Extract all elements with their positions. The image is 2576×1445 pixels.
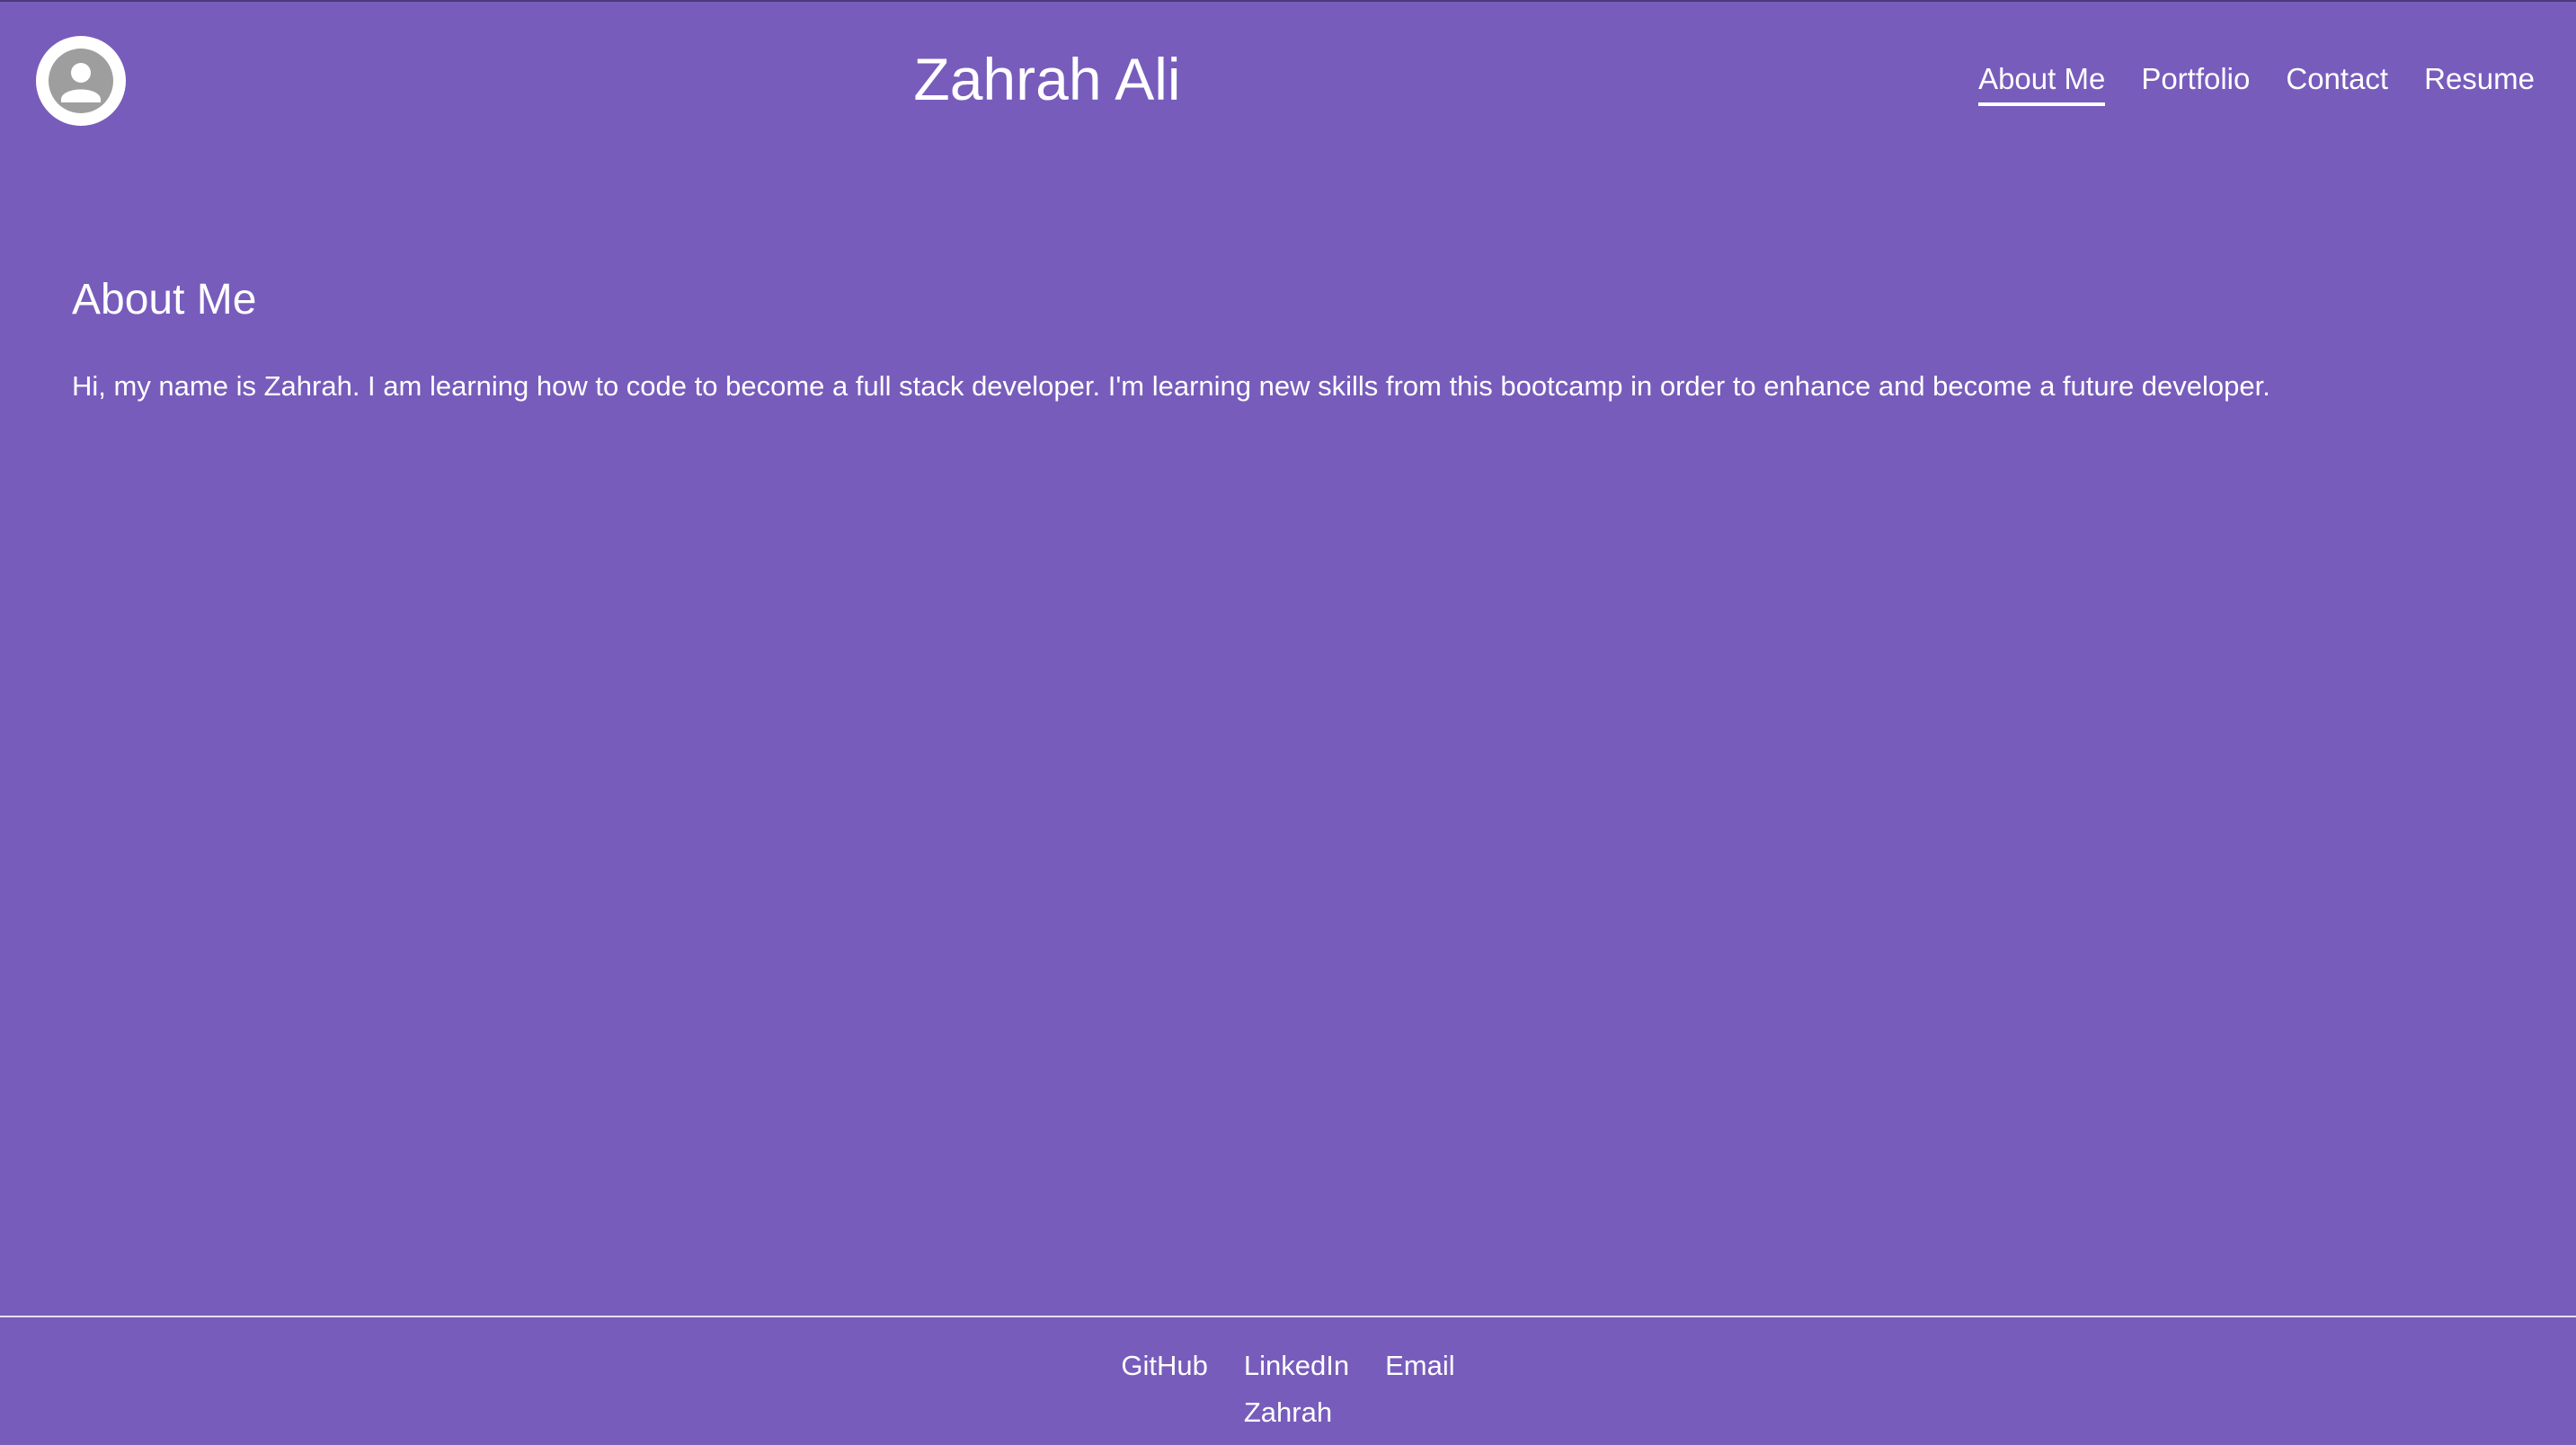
site-header: Zahrah Ali About Me Portfolio Contact Re… — [0, 0, 2576, 162]
nav-link-about-me[interactable]: About Me — [1978, 59, 2106, 106]
main-nav: About Me Portfolio Contact Resume — [1978, 59, 2535, 106]
nav-link-portfolio[interactable]: Portfolio — [2141, 59, 2250, 106]
nav-link-resume[interactable]: Resume — [2424, 59, 2535, 106]
footer-link-linkedin[interactable]: LinkedIn — [1244, 1346, 1349, 1386]
site-title: Zahrah Ali — [913, 46, 1181, 112]
footer-name: Zahrah — [1243, 1396, 1333, 1428]
section-heading: About Me — [72, 276, 257, 324]
site-footer: GitHub LinkedIn Email Zahrah — [0, 1317, 2576, 1445]
nav-link-contact[interactable]: Contact — [2286, 59, 2388, 106]
about-section: About Me Hi, my name is Zahrah. I am lea… — [72, 270, 2499, 406]
footer-link-github[interactable]: GitHub — [1121, 1346, 1207, 1386]
footer-link-email[interactable]: Email — [1385, 1346, 1455, 1386]
footer-links: GitHub LinkedIn Email — [0, 1346, 2576, 1386]
about-text: Hi, my name is Zahrah. I am learning how… — [72, 370, 2270, 402]
